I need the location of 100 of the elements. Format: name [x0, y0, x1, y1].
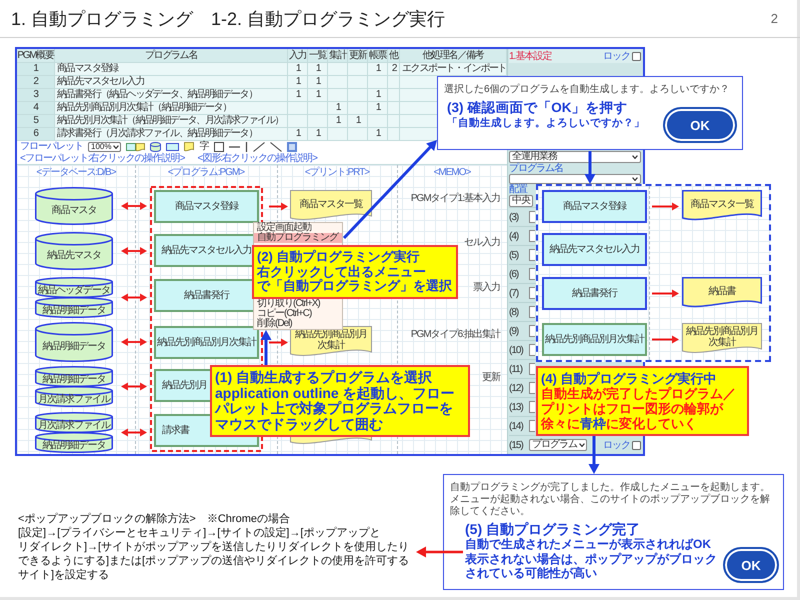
help-text: [設定]→[プライバシーとセキュリティ]→[サイトの設定]→[ポップアップと リダイレクト]→[サイトがポップアップを送信したりリダイレクトを使用したり できるようにする]または[ポップアップの送信やリダイレクトの使用を許可する サイト]を設定する	[18, 526, 410, 582]
document-shape: 商品マスタ一覧	[682, 190, 762, 223]
table-cell-text: 2	[390, 63, 398, 76]
palette-label: フローパレット	[20, 141, 83, 152]
row-label: (13)	[509, 402, 524, 412]
zoom-select[interactable]: 100%	[88, 142, 122, 152]
field-label: プログラム名	[509, 163, 564, 174]
menu-item[interactable]: コピー(Ctrl+C)	[254, 309, 342, 319]
row-number: 1	[17, 63, 55, 76]
row-label: (12)	[509, 382, 524, 394]
memo-text: 票入力	[473, 282, 500, 294]
help-heading: <ポップアップブロックの解除方法> ※Chromeの場合	[18, 512, 291, 526]
dropdown-field[interactable]	[529, 363, 535, 375]
dropdown-field[interactable]	[529, 420, 535, 432]
callout-text: (4) 自動プログラミング実行中 自動生成が完了したプログラム／ プリントはフロー図形の輪郭が 徐々に青枠に変化していく	[541, 371, 737, 431]
row-label: (14)	[509, 420, 524, 432]
table-cell-text: 商品マスタ登録	[56, 63, 120, 76]
table-cell-text: 納品先別商品別月次集計（納品明細データ）	[56, 102, 232, 114]
row-number: 2	[17, 76, 55, 89]
database-cylinder: 納品明細データ	[35, 366, 113, 387]
menu-item[interactable]: 削除(Del)	[254, 319, 342, 329]
column-header: 入力	[288, 49, 308, 63]
caret-icon	[113, 144, 120, 149]
business-select[interactable]: 全運用業務	[509, 151, 641, 163]
square-icon[interactable]	[214, 142, 224, 152]
dropdown-field[interactable]	[529, 268, 535, 280]
image-icon[interactable]	[287, 142, 298, 152]
row-label: (11)	[509, 364, 524, 374]
dropdown-field[interactable]	[529, 287, 535, 299]
row-label: (9)	[509, 326, 520, 336]
dropdown-field[interactable]	[529, 344, 535, 356]
dropdown-field[interactable]	[529, 211, 535, 223]
lane-header: <プリント:PRT>	[304, 167, 370, 179]
database-cylinder: 納品ヘッダデータ	[35, 277, 113, 298]
menu-item[interactable]: 自動プログラミング	[254, 233, 342, 243]
memo-text: PGMタイプ6:抽出集計	[410, 329, 500, 341]
row-label: (3)	[509, 212, 520, 222]
table-cell-text: エクスポート・インポート	[401, 63, 507, 76]
double-arrow	[121, 382, 147, 390]
document-icon[interactable]	[184, 142, 194, 152]
dialog-message: 選択した6個のプログラムを自動生成します。よろしいですか？	[444, 84, 731, 96]
table-cell-text: 納品先別月次集計（納品明細データ、月次請求ファイル）	[56, 115, 284, 128]
help-link[interactable]: <フローパレット:右クリックの操作説明>	[20, 152, 184, 164]
ok-button[interactable]: OK	[723, 547, 779, 583]
database-cylinder: 月次請求ファイル	[35, 386, 113, 407]
rectangle-icon[interactable]	[166, 142, 180, 152]
step-heading: (5) 自動プログラミング完了	[465, 521, 641, 537]
row-label: (7)	[509, 288, 520, 298]
table-cell-text: 1	[374, 102, 382, 115]
connector-arrow	[588, 436, 600, 474]
dropdown-field[interactable]	[529, 325, 535, 337]
text-tool-button[interactable]: 字	[199, 142, 210, 152]
table-cell-text: 1	[294, 89, 302, 102]
dropdown-field[interactable]	[529, 306, 535, 318]
program-box: 納品先別商品別月次集計	[542, 323, 647, 356]
diagonal-line-icon[interactable]	[270, 142, 282, 152]
database-cylinder: 納品先マスタ	[35, 232, 113, 270]
callout-text: (2) 自動プログラミング実行 右クリックして出るメニュー で「自動プログラミング」を選択	[257, 250, 453, 294]
program-box: 商品マスタ登録	[154, 190, 259, 223]
step-note: 「自動生成します。よろしいですか？」	[447, 116, 646, 130]
help-link[interactable]: <図形:右クリックの操作説明>	[197, 152, 317, 164]
lane-header: <プログラム:PGM>	[168, 167, 244, 179]
step-note: 自動で生成されたメニューが表示されればOK 表示されない場合は、ポップアップがブロック されている可能性が高い	[465, 537, 717, 580]
connector-arrow	[260, 330, 272, 365]
dropdown-field[interactable]	[529, 401, 535, 413]
program-select[interactable]	[509, 174, 641, 184]
type-select[interactable]: プログラム	[529, 439, 587, 451]
dropdown-field[interactable]	[529, 230, 535, 242]
caret-icon	[632, 155, 638, 159]
lane-header: <データベース:D/B>	[36, 167, 116, 179]
table-cell-text: 1	[294, 63, 302, 76]
lock-checkbox[interactable]	[632, 440, 641, 450]
table-cell-text: 1	[294, 76, 302, 89]
database-cylinder: 納品明細データ	[35, 432, 113, 453]
cylinder-icon[interactable]	[150, 142, 162, 152]
document-shape: 納品書	[682, 277, 762, 310]
dropdown-field[interactable]	[529, 249, 535, 261]
connector-arrow	[416, 546, 463, 558]
connector-arrow	[584, 151, 596, 184]
section-title: 1.基本設定	[509, 50, 552, 62]
menu-item[interactable]: 設定画面起動	[254, 223, 342, 233]
row-label: (4)	[509, 230, 520, 242]
table-cell-text: 1	[314, 76, 322, 89]
caret-icon	[579, 443, 585, 447]
document-shape: 納品先別商品別月次集計	[682, 323, 762, 356]
ok-button[interactable]: OK	[663, 107, 737, 143]
diagonal-line-icon[interactable]	[253, 142, 266, 152]
flowchart-shapes-icon[interactable]	[126, 142, 146, 152]
lock-checkbox[interactable]	[632, 52, 641, 60]
table-cell-text: 請求書発行（月次請求ファイル、納品明細データ）	[56, 128, 258, 140]
column-header: 更新	[348, 49, 368, 63]
row-number: 3	[17, 89, 55, 102]
database-cylinder: 商品マスタ	[35, 187, 113, 225]
dropdown-field[interactable]	[529, 382, 535, 394]
row-label: (8)	[509, 306, 520, 318]
vertical-line-icon[interactable]	[245, 142, 248, 152]
table-cell-text: 1	[294, 128, 302, 141]
program-box: 納品書発行	[542, 277, 647, 310]
table-cell-text: 1	[374, 89, 382, 102]
align-select[interactable]: 中央	[509, 195, 533, 207]
